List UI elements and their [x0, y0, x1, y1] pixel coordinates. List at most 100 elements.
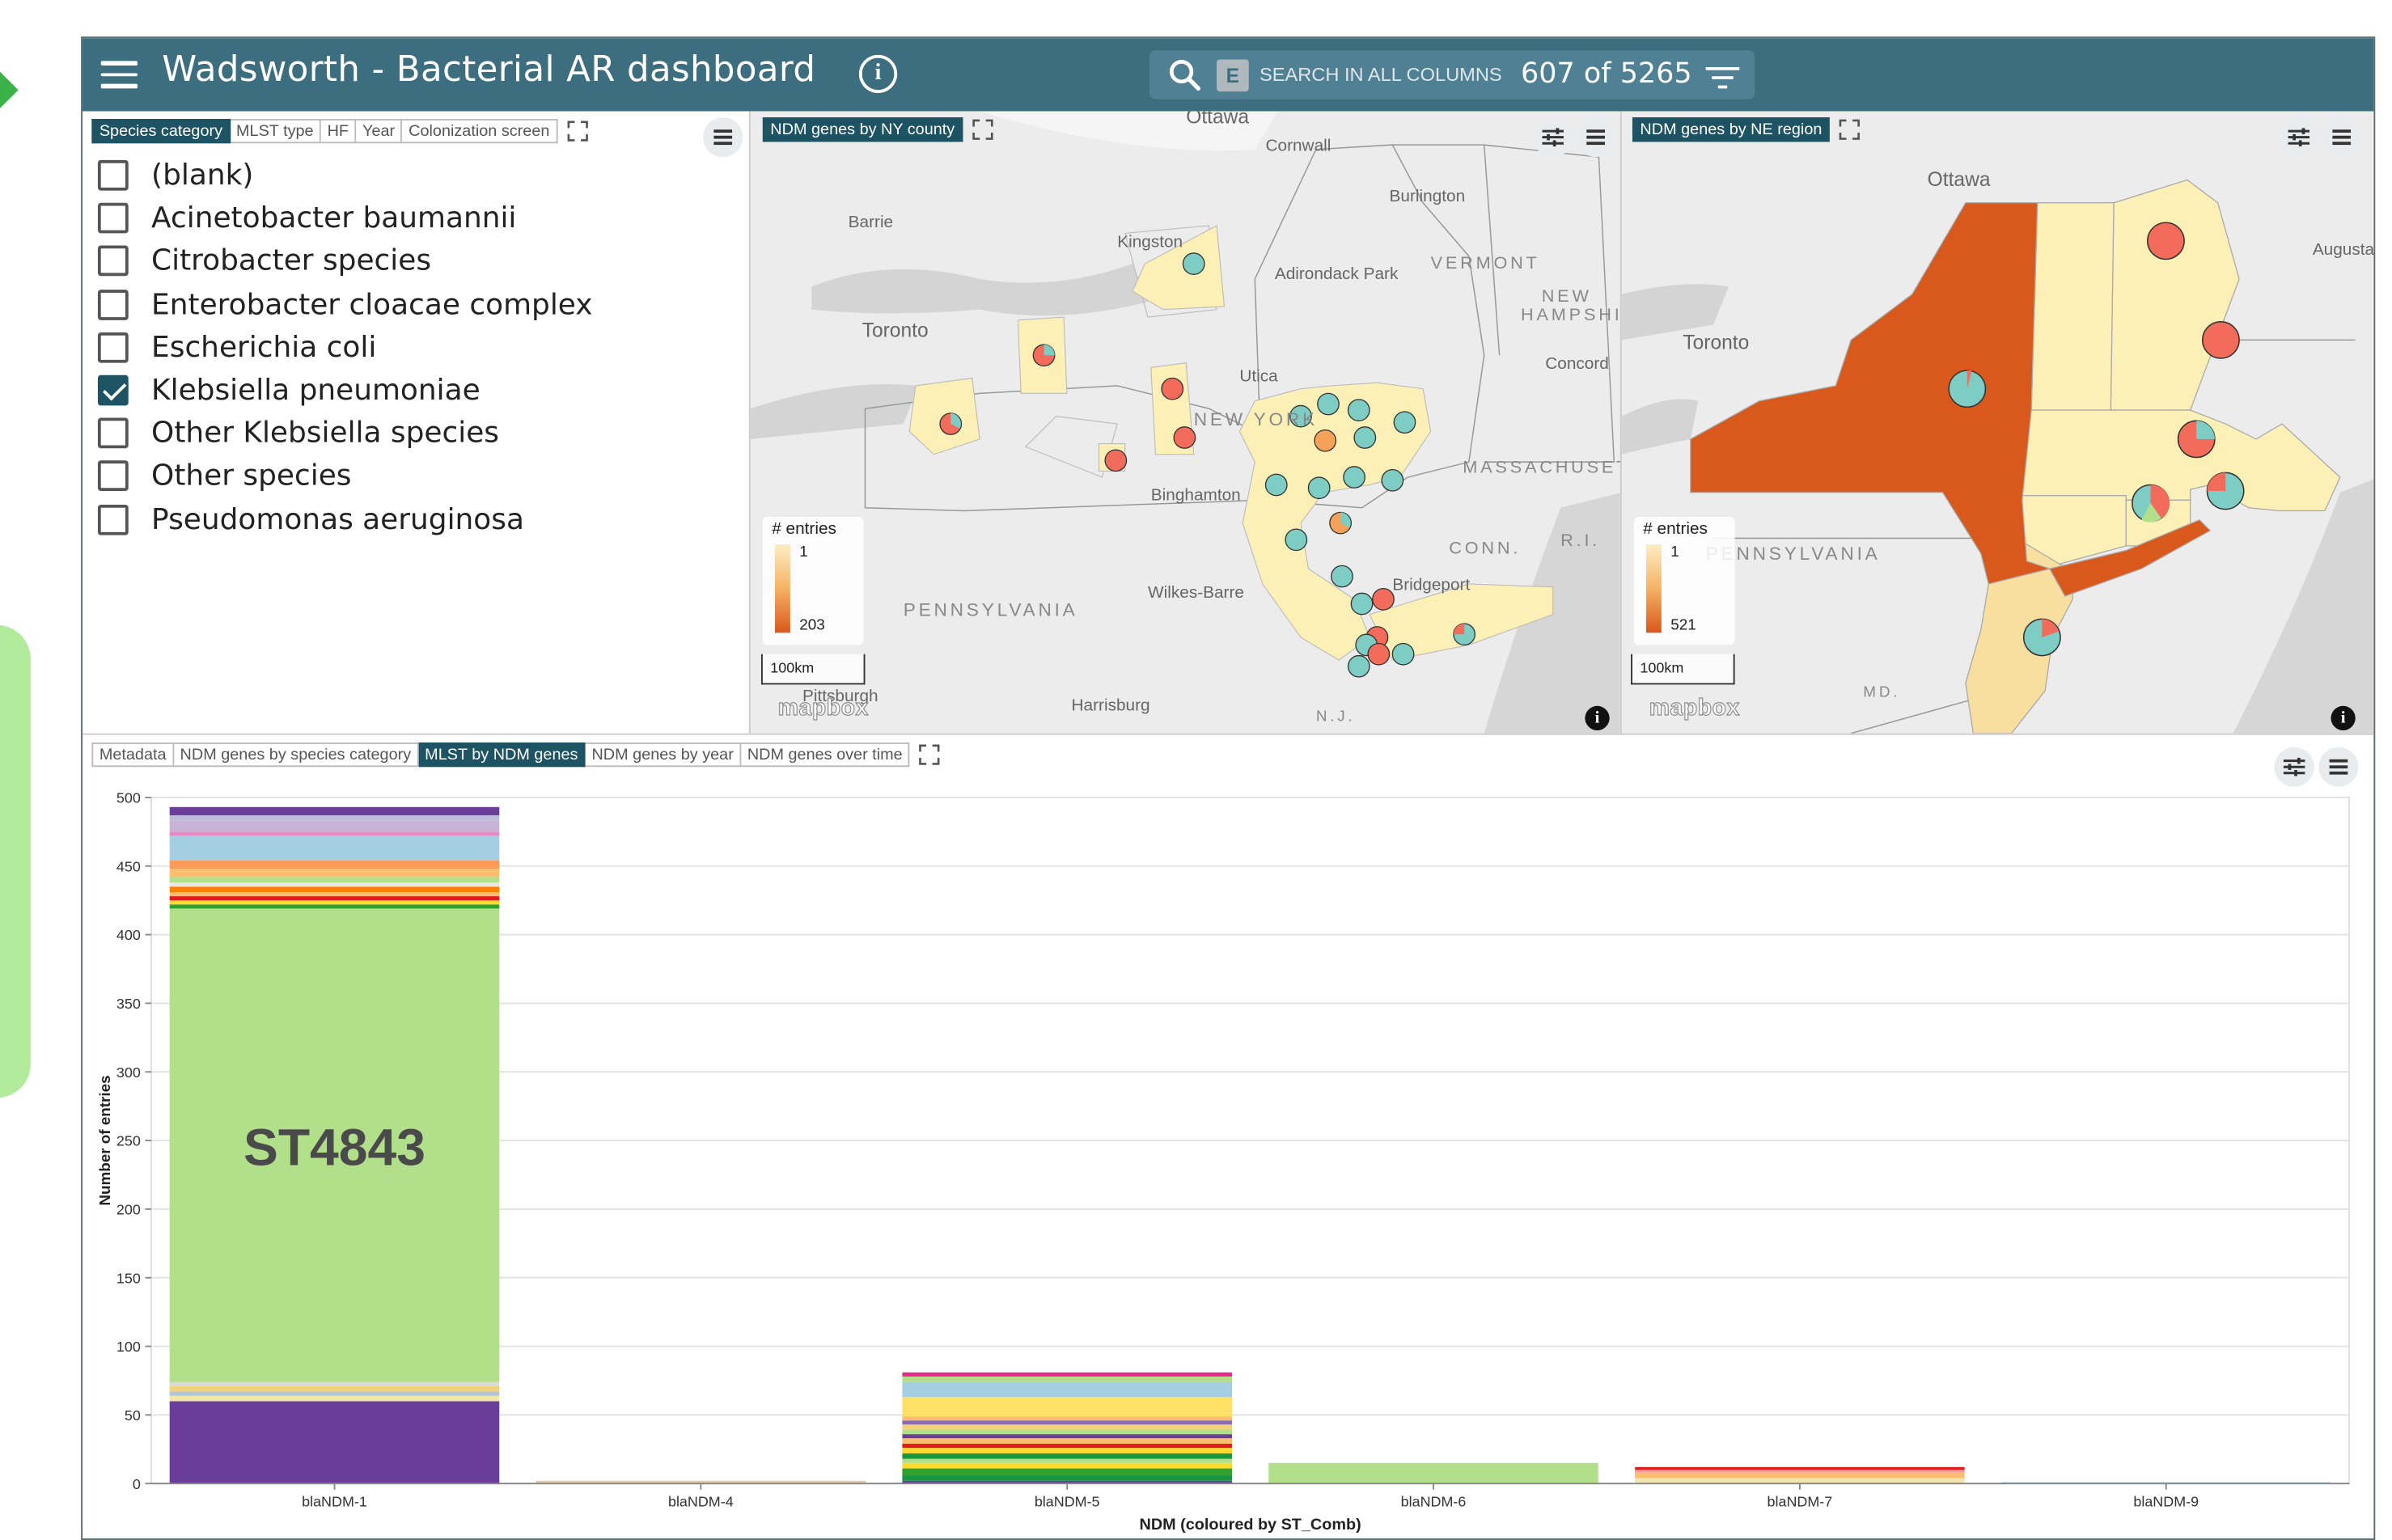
species-item-other[interactable]: Other species [97, 455, 593, 497]
species-item-acinetobacter[interactable]: Acinetobacter baumannii [97, 197, 593, 240]
bar-segment[interactable] [169, 820, 500, 832]
map-info-icon[interactable]: i [2331, 705, 2356, 730]
expand-icon[interactable] [1839, 119, 1861, 140]
county-map-panel[interactable]: NDM genes by NY county Ottawa Cornwall B… [748, 111, 1620, 734]
hamburger-menu-icon[interactable] [100, 61, 138, 88]
bar-segment[interactable] [1635, 1472, 1965, 1479]
bar-segment[interactable] [1268, 1462, 1598, 1484]
search-box[interactable]: E 607 of 5265 [1149, 50, 1755, 99]
sliders-icon[interactable] [2279, 117, 2318, 157]
y-tick-label: 300 [116, 1064, 141, 1081]
county-map[interactable] [750, 111, 1620, 734]
species-checkbox[interactable] [97, 461, 129, 492]
tab-ndm-by-county[interactable]: NDM genes by NY county [762, 117, 963, 142]
region-map-menu-button[interactable] [2322, 117, 2362, 158]
tab-year[interactable]: Year [356, 119, 403, 144]
species-menu-button[interactable] [703, 117, 743, 158]
y-tick-label: 0 [133, 1476, 141, 1492]
bar-segment[interactable] [902, 1424, 1232, 1431]
bar-segment[interactable] [902, 1468, 1232, 1476]
search-icon[interactable] [1168, 58, 1202, 91]
bar-segment[interactable] [169, 1401, 500, 1484]
bar-segment[interactable] [902, 1438, 1232, 1445]
tab-mlst-type[interactable]: MLST type [230, 119, 322, 144]
bar-segment[interactable] [169, 860, 500, 869]
bar-segment[interactable] [902, 1462, 1232, 1469]
bar-segment[interactable] [169, 1395, 500, 1402]
bar-segment[interactable] [1635, 1466, 1965, 1470]
species-item-klebsiella-pneumoniae[interactable]: Klebsiella pneumoniae [97, 369, 593, 412]
bar-segment[interactable] [169, 1386, 500, 1392]
record-count: 607 of 5265 [1521, 57, 1692, 91]
info-icon[interactable]: i [858, 54, 898, 93]
species-item-enterobacter[interactable]: Enterobacter cloacae complex [97, 283, 593, 326]
region-map-settings-button[interactable] [2279, 117, 2319, 158]
species-item-other-klebsiella[interactable]: Other Klebsiella species [97, 412, 593, 455]
tab-species-category[interactable]: Species category [91, 119, 231, 144]
species-checkbox[interactable] [97, 203, 129, 234]
bar-annotation: ST4843 [243, 1119, 425, 1177]
species-checkbox[interactable] [97, 332, 129, 363]
bar-segment[interactable] [169, 891, 500, 897]
search-mode-badge[interactable]: E [1217, 59, 1249, 92]
bar-segment[interactable] [169, 904, 500, 909]
mlst-by-ndm-chart[interactable]: 0 50 100 150 200 250 300 350 400 450 500 Number of … [83, 735, 2375, 1540]
bar-segment[interactable] [169, 831, 500, 836]
species-item-pseudomonas[interactable]: Pseudomonas aeruginosa [97, 497, 593, 540]
y-tick-label: 200 [116, 1202, 141, 1218]
bar-segment[interactable] [902, 1475, 1232, 1481]
bar-segment[interactable] [902, 1448, 1232, 1453]
species-item-ecoli[interactable]: Escherichia coli [97, 326, 593, 369]
bar-segment[interactable] [169, 877, 500, 883]
map-info-icon[interactable]: i [1585, 705, 1610, 730]
bar-segment[interactable] [169, 1381, 500, 1386]
bar-segment[interactable] [169, 836, 500, 861]
bar-segment[interactable] [169, 806, 500, 815]
legend-min: 1 [799, 544, 808, 561]
species-checkbox[interactable] [97, 417, 129, 449]
species-checkbox[interactable] [97, 246, 129, 277]
tab-colonization-screen[interactable]: Colonization screen [402, 119, 557, 144]
search-input[interactable] [1259, 59, 1517, 91]
bar-segment[interactable] [902, 1420, 1232, 1425]
bar-segment[interactable] [169, 900, 500, 905]
bar-segment[interactable] [169, 814, 500, 821]
sliders-icon[interactable] [1533, 117, 1573, 157]
bar-segment[interactable] [902, 1434, 1232, 1439]
region-map-panel[interactable]: NDM genes by NE region Ottawa Augusta To… [1619, 111, 2374, 734]
bar-segment[interactable] [902, 1416, 1232, 1421]
bar-segment[interactable] [902, 1381, 1232, 1398]
bar-segment[interactable] [902, 1397, 1232, 1417]
species-checkbox[interactable] [97, 289, 129, 320]
bar-segment[interactable] [902, 1376, 1232, 1382]
county-map-settings-button[interactable] [1533, 117, 1573, 158]
mapbox-logo[interactable]: mapbox [1649, 695, 1740, 721]
bar-segment[interactable] [1635, 1478, 1965, 1484]
tab-ndm-by-region[interactable]: NDM genes by NE region [1632, 117, 1830, 142]
species-item-blank[interactable]: (blank) [97, 154, 593, 197]
bar-segment[interactable] [1635, 1470, 1965, 1473]
species-label: Enterobacter cloacae complex [151, 287, 593, 322]
species-checkbox-checked[interactable] [97, 374, 129, 406]
bar-segment[interactable] [169, 886, 500, 892]
tab-hf[interactable]: HF [321, 119, 357, 144]
expand-icon[interactable] [566, 121, 588, 142]
bar-segment[interactable] [902, 1444, 1232, 1449]
species-checkbox[interactable] [97, 504, 129, 535]
species-checkbox[interactable] [97, 160, 129, 191]
species-item-citrobacter[interactable]: Citrobacter species [97, 240, 593, 283]
expand-icon[interactable] [972, 119, 993, 140]
bar-segment[interactable] [169, 896, 500, 901]
bar-segment[interactable] [169, 882, 500, 887]
bar-segment[interactable] [169, 869, 500, 878]
mapbox-logo[interactable]: mapbox [777, 695, 869, 721]
bar-segment[interactable] [902, 1453, 1232, 1459]
map-scale-bar: 100km [760, 654, 866, 685]
bar-segment[interactable] [902, 1372, 1232, 1377]
bar-segment[interactable] [902, 1430, 1232, 1435]
county-map-menu-button[interactable] [1576, 117, 1616, 158]
bar-segment[interactable] [902, 1458, 1232, 1463]
region-label: NEW YORK [1193, 408, 1318, 430]
bar-segment[interactable] [169, 1391, 500, 1396]
filter-icon[interactable] [1704, 66, 1741, 90]
